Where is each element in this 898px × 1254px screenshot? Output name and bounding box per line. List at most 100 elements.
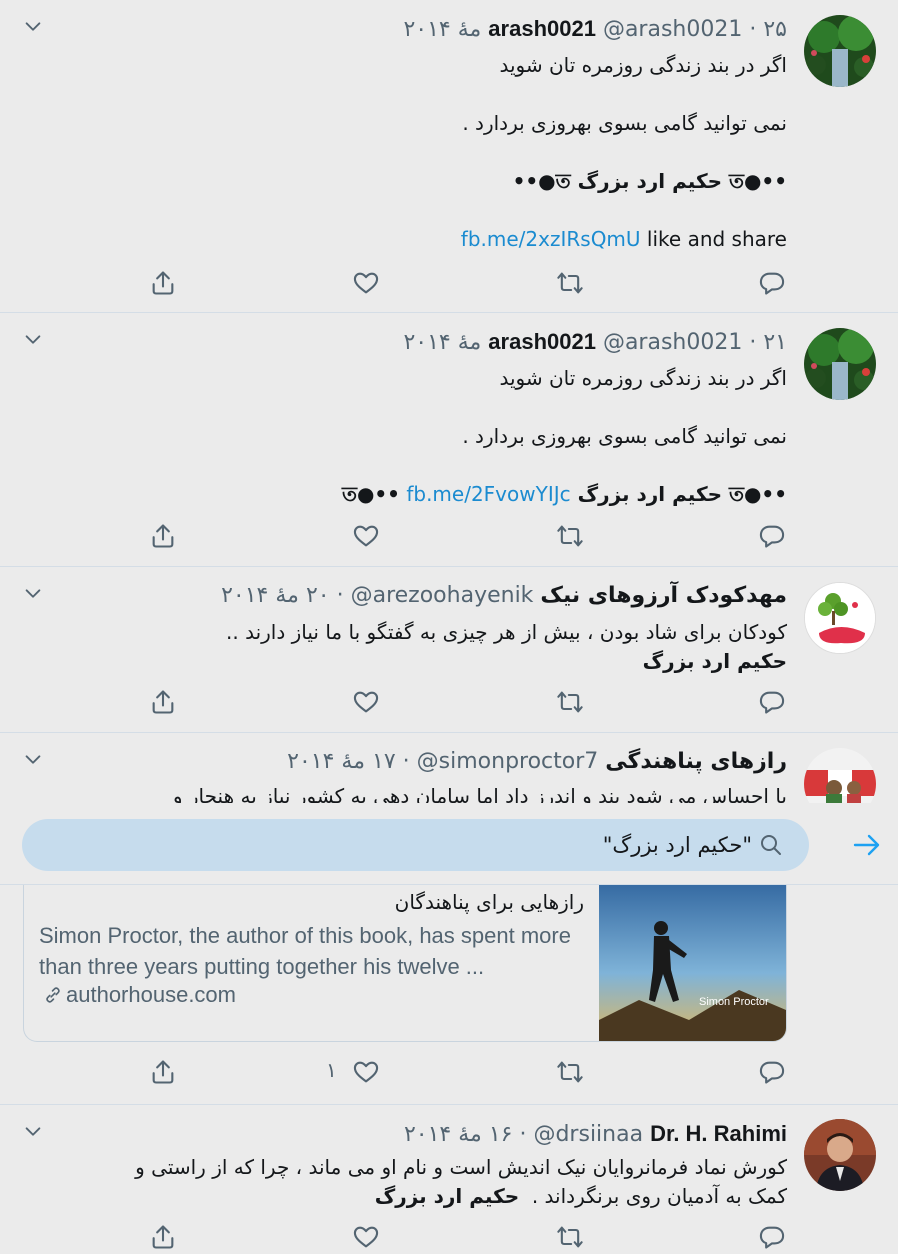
tweet-date[interactable]: ۱۷ مهٔ ۲۰۱۴ (287, 749, 395, 774)
share-button[interactable] (149, 1223, 179, 1253)
tweet-header: arash0021 @arash0021 · ۲۱ مهٔ ۲۰۱۴ (403, 327, 787, 358)
tweet-date[interactable]: ۲۰ مهٔ ۲۰۱۴ (221, 583, 329, 608)
tweet-line: نمی توانید گامی بسوی بهروزی بردارد . (462, 111, 787, 135)
share-icon (149, 269, 177, 297)
tweet-line (342, 393, 787, 422)
garden-avatar-image (804, 15, 876, 87)
chevron-down-icon[interactable] (22, 16, 44, 38)
tweet-line: کورش نماد فرمانروایان نیک اندیش است و نا… (135, 1155, 787, 1179)
tweet-header: arash0021 @arash0021 · ۲۵ مهٔ ۲۰۱۴ (403, 14, 787, 45)
tweet[interactable]: Dr. H. Rahimi @drsiinaa · ۱۶ مهٔ ۲۰۱۴ کو… (0, 1105, 898, 1254)
like-button[interactable] (352, 688, 382, 718)
arrow-right-icon[interactable] (852, 832, 882, 858)
card-domain-text: authorhouse.com (66, 982, 236, 1007)
search-bar (0, 803, 898, 885)
user-handle[interactable]: @arash0021 (603, 330, 742, 355)
display-name[interactable]: رازهای پناهندگی (605, 749, 787, 774)
like-button[interactable] (352, 1223, 382, 1253)
reply-icon (758, 1223, 786, 1251)
tweet-header: Dr. H. Rahimi @drsiinaa · ۱۶ مهٔ ۲۰۱۴ (404, 1119, 787, 1150)
share-icon (149, 522, 177, 550)
reply-icon (758, 1058, 786, 1086)
reply-icon (758, 688, 786, 716)
user-handle[interactable]: @arezoohayenik (351, 583, 534, 608)
retweet-button[interactable] (556, 688, 586, 718)
card-image: Simon Proctor (599, 870, 786, 1041)
share-button[interactable] (149, 522, 179, 552)
reply-button[interactable] (758, 688, 788, 718)
chevron-down-icon[interactable] (22, 749, 44, 771)
chevron-down-icon[interactable] (22, 329, 44, 351)
user-handle[interactable]: @drsiinaa (533, 1122, 643, 1147)
retweet-icon (556, 522, 584, 550)
avatar[interactable] (804, 582, 876, 654)
profile-photo-image (804, 1119, 876, 1191)
retweet-button[interactable] (556, 1058, 586, 1088)
avatar[interactable] (804, 15, 876, 87)
tweet-text: کودکان برای شاد بودن ، بیش از هر چیزی به… (226, 618, 787, 676)
share-icon (149, 1058, 177, 1086)
tweet-actions: ۱ (0, 1058, 898, 1088)
link-icon (46, 987, 60, 1003)
heart-icon (352, 1223, 380, 1251)
tweet-link[interactable]: fb.me/2xzIRsQmU (461, 227, 641, 251)
card-title[interactable]: رازهایی برای پناهندگان (395, 890, 584, 914)
avatar[interactable] (804, 1119, 876, 1191)
search-input[interactable] (62, 827, 752, 863)
reply-button[interactable] (758, 1058, 788, 1088)
display-name[interactable]: Dr. H. Rahimi (650, 1121, 787, 1146)
tweet-date[interactable]: ۱۶ مهٔ ۲۰۱۴ (404, 1122, 512, 1147)
user-handle[interactable]: @simonproctor7 (417, 749, 599, 774)
display-name[interactable]: مهدکودک آرزوهای نیک (540, 583, 787, 608)
reply-button[interactable] (758, 269, 788, 299)
share-icon (149, 688, 177, 716)
share-button[interactable] (149, 688, 179, 718)
tweet-line (461, 196, 787, 225)
kindergarten-logo-image (805, 583, 875, 653)
like-button[interactable] (352, 1058, 382, 1088)
search-field[interactable] (22, 819, 809, 871)
share-button[interactable] (149, 1058, 179, 1088)
retweet-button[interactable] (556, 269, 586, 299)
display-name[interactable]: arash0021 (488, 329, 596, 354)
display-name[interactable]: arash0021 (488, 16, 596, 41)
tweet[interactable]: مهدکودک آرزوهای نیک @arezoohayenik · ۲۰ … (0, 567, 898, 733)
link-card[interactable]: Simon Proctor رازهایی برای پناهندگان Sim… (23, 870, 787, 1042)
share-button[interactable] (149, 269, 179, 299)
user-handle[interactable]: @arash0021 (603, 17, 742, 42)
tweet-line: کودکان برای شاد بودن ، بیش از هر چیزی به… (226, 620, 787, 644)
tweet[interactable]: arash0021 @arash0021 · ۲۵ مهٔ ۲۰۱۴ اگر د… (0, 0, 898, 313)
retweet-button[interactable] (556, 522, 586, 552)
share-icon (149, 1223, 177, 1251)
avatar[interactable] (804, 328, 876, 400)
separator: · (749, 17, 757, 42)
like-button[interactable] (352, 522, 382, 552)
tweet-text: اگر در بند زندگی روزمره تان شوید نمی توا… (461, 51, 787, 254)
tweet-line: ••●ত حکیم ارد بزرگ ত●•• fb.me/2FvowYIJc (342, 480, 787, 509)
tweet-line: ••●ত حکیم ارد بزرگ ত●•• (512, 169, 787, 193)
retweet-icon (556, 1223, 584, 1251)
tweet-line: اگر در بند زندگی روزمره تان شوید (499, 366, 787, 390)
retweet-button[interactable] (556, 1223, 586, 1253)
bold-text: حکیم ارد بزرگ (374, 1184, 520, 1208)
separator: · (336, 583, 344, 608)
like-button[interactable] (352, 269, 382, 299)
chevron-down-icon[interactable] (22, 583, 44, 605)
tweet-actions (0, 522, 898, 552)
reply-icon (758, 269, 786, 297)
card-image-caption: Simon Proctor (699, 996, 769, 1008)
tweet-line: کمک به آدمیان روی برنگرداند . حکیم ارد ب… (135, 1182, 787, 1211)
retweet-icon (556, 1058, 584, 1086)
heart-icon (352, 1058, 380, 1086)
card-domain[interactable]: authorhouse.com (42, 982, 236, 1008)
tweet-line: حکیم ارد بزرگ (642, 649, 787, 673)
search-icon[interactable] (759, 833, 783, 857)
card-description: Simon Proctor, the author of this book, … (39, 923, 571, 979)
tweet[interactable]: arash0021 @arash0021 · ۲۱ مهٔ ۲۰۱۴ اگر د… (0, 313, 898, 567)
chevron-down-icon[interactable] (22, 1121, 44, 1143)
tweet-actions (0, 1223, 898, 1253)
separator: · (519, 1122, 527, 1147)
tweet-link[interactable]: fb.me/2FvowYIJc (406, 482, 570, 506)
reply-button[interactable] (758, 522, 788, 552)
reply-button[interactable] (758, 1223, 788, 1253)
